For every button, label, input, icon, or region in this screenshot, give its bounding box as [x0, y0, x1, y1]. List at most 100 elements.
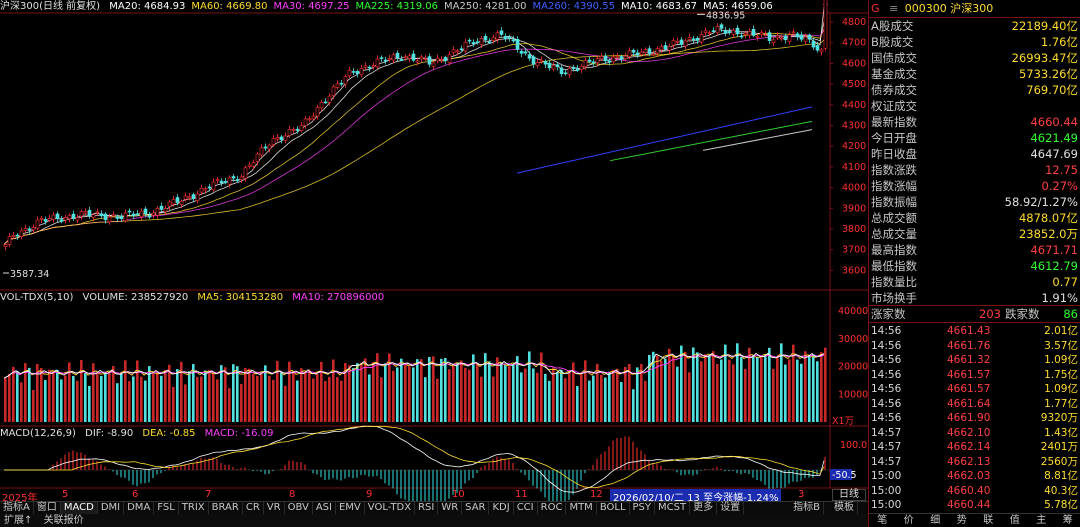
volume-bar: [380, 377, 383, 422]
tab-15[interactable]: WR: [438, 502, 463, 514]
volume-bar: [228, 388, 231, 422]
candle-body: [795, 33, 800, 38]
template-tab[interactable]: 模板: [831, 502, 858, 514]
candle-body: [259, 147, 264, 156]
quote-tab-6[interactable]: 主: [1028, 514, 1055, 527]
tab-21[interactable]: BOLL: [597, 502, 630, 514]
volume-bar: [360, 362, 363, 422]
candle-body: [379, 57, 384, 59]
indicator-b-tab[interactable]: 指标B: [790, 502, 824, 514]
candle-body: [531, 56, 536, 65]
expand-button[interactable]: 扩展↑: [0, 514, 36, 527]
tab-25[interactable]: 设置: [717, 502, 745, 514]
volume-bar: [696, 352, 699, 422]
tick-price: 4660.40: [947, 484, 991, 497]
volume-bar: [692, 347, 695, 422]
tab-0[interactable]: 指标A: [0, 502, 34, 514]
tab-10[interactable]: OBV: [285, 502, 313, 514]
candle-body: [479, 37, 484, 45]
candle-body: [559, 67, 564, 75]
volume-bar: [704, 354, 707, 422]
volume-bar: [676, 366, 679, 422]
tab-23[interactable]: MCST: [655, 502, 691, 514]
volume-bar: [552, 367, 555, 422]
tab-7[interactable]: BRAR: [209, 502, 243, 514]
quote-tab-5[interactable]: 值: [1002, 514, 1029, 527]
stat-label: 国债成交: [871, 51, 917, 65]
quote-tab-7[interactable]: 筹: [1055, 514, 1080, 527]
stat-row: 今日开盘 4621.49: [869, 130, 1080, 146]
tab-12[interactable]: EMV: [336, 502, 365, 514]
volume-bar: [440, 358, 443, 422]
stat-label: 权证成交: [871, 99, 917, 113]
period-button[interactable]: 日线: [832, 489, 866, 501]
stat-value: 4671.71: [1030, 243, 1078, 257]
volume-bar: [168, 364, 171, 422]
volume-bar: [332, 359, 335, 422]
candle-body: [471, 42, 476, 45]
quote-tab-0[interactable]: 笔: [869, 514, 896, 527]
candle-body: [79, 211, 84, 217]
tab-22[interactable]: PSY: [630, 502, 656, 514]
candle-body: [743, 32, 748, 35]
quote-tab-2[interactable]: 细: [922, 514, 949, 527]
price-tick-label: 4000: [842, 183, 866, 194]
related-quote-button[interactable]: 关联报价: [40, 514, 88, 527]
volume-bar: [184, 384, 187, 422]
quote-tab-1[interactable]: 价: [896, 514, 923, 527]
chart-area[interactable]: 沪深300(日线 前复权) MA20: 4684.93 MA60: 4669.80…: [0, 0, 868, 527]
candle-body: [675, 41, 680, 43]
tab-3[interactable]: DMI: [98, 502, 125, 514]
candle-body: [71, 213, 76, 219]
candle-body: [739, 35, 744, 38]
tab-17[interactable]: KDJ: [489, 502, 514, 514]
tab-16[interactable]: SAR: [462, 502, 490, 514]
volume-bar: [384, 363, 387, 422]
candle-body: [667, 46, 672, 51]
volume-bar: [820, 352, 823, 422]
tab-1[interactable]: 窗口: [34, 502, 61, 514]
tab-5[interactable]: FSL: [154, 502, 179, 514]
tab-11[interactable]: ASI: [313, 502, 336, 514]
volume-bar: [40, 367, 43, 422]
volume-bar: [600, 374, 603, 422]
candle-body: [483, 35, 488, 41]
tab-20[interactable]: MTM: [566, 502, 597, 514]
tick-time: 14:56: [871, 383, 902, 395]
tab-4[interactable]: DMA: [124, 502, 155, 514]
volume-bar: [44, 380, 47, 422]
quote-tab-4[interactable]: 联: [975, 514, 1002, 527]
tab-24[interactable]: 更多: [690, 502, 718, 514]
tick-time: 14:57: [871, 426, 902, 439]
tab-19[interactable]: ROC: [538, 502, 567, 514]
volume-bar: [816, 361, 819, 422]
volume-bar: [340, 380, 343, 422]
volume-bar: [504, 365, 507, 422]
stat-row: 指数涨幅 0.27%: [869, 178, 1080, 194]
tab-13[interactable]: VOL-TDX: [365, 502, 416, 514]
tab-9[interactable]: VR: [264, 502, 285, 514]
stat-value: 1.91%: [1041, 291, 1078, 305]
kline-chart-svg[interactable]: 4800 4700 4600 4500 4400 4300 4200 4100 4000 3900…: [0, 0, 868, 501]
stat-row: 权证成交: [869, 98, 1080, 114]
candle-body: [307, 118, 312, 121]
volume-bar: [524, 368, 527, 422]
tab-6[interactable]: TRIX: [179, 502, 209, 514]
tab-2[interactable]: MACD: [60, 502, 98, 514]
stat-row: 最低指数 4612.79: [869, 258, 1080, 274]
tab-14[interactable]: RSI: [415, 502, 439, 514]
tab-18[interactable]: CCI: [514, 502, 538, 514]
volume-bar: [824, 347, 827, 422]
quote-tab-3[interactable]: 势: [949, 514, 976, 527]
tick-time: 15:00: [871, 484, 902, 497]
tab-8[interactable]: CR: [243, 502, 264, 514]
candle-body: [715, 26, 720, 34]
tick-amount: 3.57亿: [1044, 339, 1078, 352]
candle-body: [311, 115, 316, 120]
tick-amount: 2401万: [1040, 441, 1078, 453]
menu-icon[interactable]: ≡: [889, 2, 898, 15]
volume-bar: [404, 364, 407, 422]
candle-body: [91, 214, 96, 218]
volume-bar: [152, 372, 155, 422]
candle-body: [567, 68, 572, 75]
